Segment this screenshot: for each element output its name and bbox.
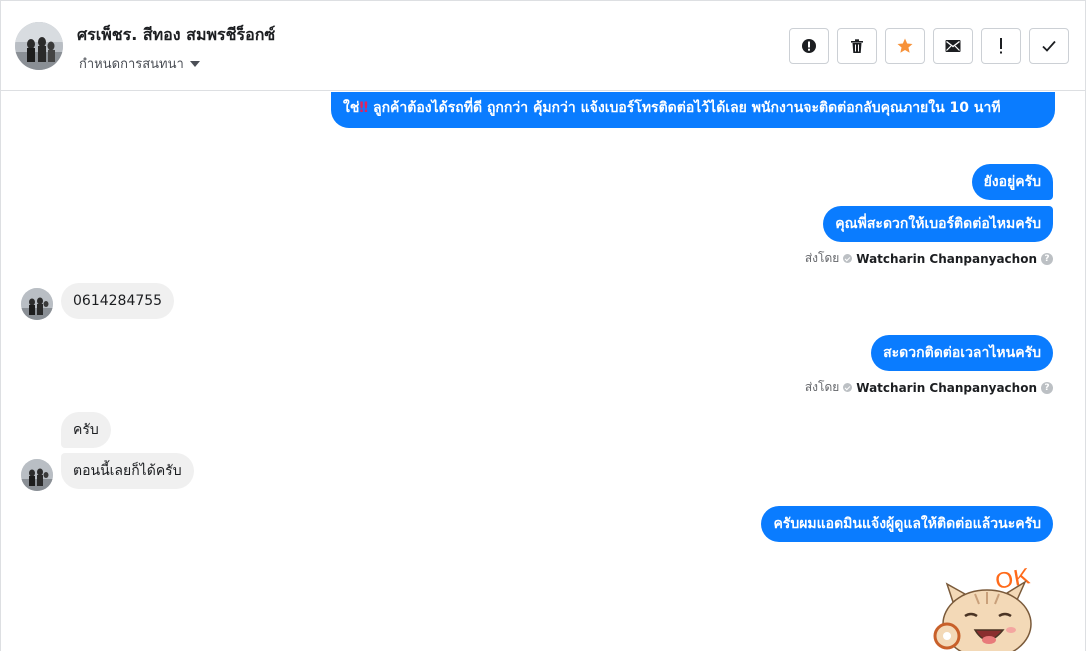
help-icon[interactable]: ? xyxy=(1041,381,1053,394)
contact-avatar[interactable] xyxy=(15,22,63,70)
check-icon xyxy=(1042,40,1056,52)
follow-up-button[interactable] xyxy=(981,28,1021,64)
trash-icon xyxy=(851,39,863,53)
assign-conversation-dropdown[interactable]: กำหนดการสนทนา xyxy=(79,53,200,74)
ok-cat-sticker: OK xyxy=(925,560,1045,651)
help-icon[interactable]: ? xyxy=(1041,252,1053,265)
contact-avatar-small[interactable] xyxy=(21,459,53,491)
outgoing-message: คุณพี่สะดวกให้เบอร์ติดต่อไหมครับ xyxy=(823,206,1053,242)
message-text: ใช่ xyxy=(343,100,360,116)
agent-name: Watcharin Chanpanyachon xyxy=(856,251,1037,266)
incoming-message: ตอนนี้เลยก็ได้ครับ xyxy=(61,453,194,489)
incoming-message: 0614284755 xyxy=(61,283,175,319)
assign-label: กำหนดการสนทนา xyxy=(79,57,184,72)
verified-check-icon xyxy=(843,254,853,263)
agent-name: Watcharin Chanpanyachon xyxy=(856,380,1037,395)
sent-by-label: ส่งโดย Watcharin Chanpanyachon ? xyxy=(805,249,1053,268)
star-icon xyxy=(897,38,913,53)
conversation-window: ศรเพ็ชร. สีทอง สมพรชีร็อกซ์ กำหนดการสนทน… xyxy=(0,0,1086,651)
mark-done-button[interactable] xyxy=(1029,28,1069,64)
mark-unread-button[interactable] xyxy=(933,28,973,64)
sent-by-label: ส่งโดย Watcharin Chanpanyachon ? xyxy=(805,378,1053,397)
exclamation-icon xyxy=(1000,38,1002,54)
conversation-toolbar xyxy=(789,28,1069,64)
contact-avatar-small[interactable] xyxy=(21,288,53,320)
message-text: ลูกค้าต้องได้รถที่ดี ถูกกว่า คุ้มกว่า แจ… xyxy=(368,100,1001,116)
star-button[interactable] xyxy=(885,28,925,64)
alert-circle-icon xyxy=(802,39,816,53)
caret-down-icon xyxy=(189,61,200,67)
double-exclamation-emoji: ‼ xyxy=(359,100,369,116)
message-thread: ใช่‼ ลูกค้าต้องได้รถที่ดี ถูกกว่า คุ้มกว… xyxy=(1,92,1085,651)
verified-check-icon xyxy=(843,383,853,392)
outgoing-message: ยังอยู่ครับ xyxy=(971,164,1053,200)
conversation-header: ศรเพ็ชร. สีทอง สมพรชีร็อกซ์ กำหนดการสนทน… xyxy=(1,1,1085,91)
outgoing-message: ใช่‼ ลูกค้าต้องได้รถที่ดี ถูกกว่า คุ้มกว… xyxy=(331,92,1055,128)
delete-button[interactable] xyxy=(837,28,877,64)
incoming-message: ครับ xyxy=(61,412,111,448)
contact-name: ศรเพ็ชร. สีทอง สมพรชีร็อกซ์ xyxy=(77,25,276,44)
envelope-icon xyxy=(945,40,961,52)
outgoing-message: สะดวกติดต่อเวลาไหนครับ xyxy=(871,335,1053,371)
mark-spam-button[interactable] xyxy=(789,28,829,64)
outgoing-message: ครับผมแอดมินแจ้งผู้ดูแลให้ติดต่อแล้วนะคร… xyxy=(761,506,1053,542)
